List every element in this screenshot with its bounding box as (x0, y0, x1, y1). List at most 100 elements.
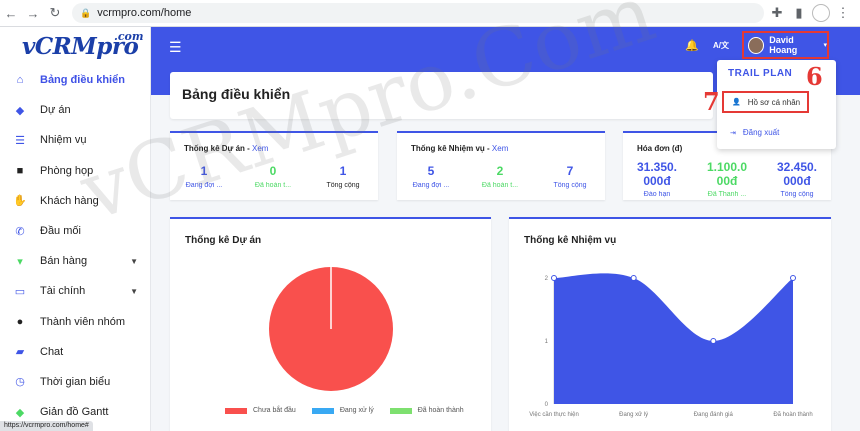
caret-down-icon: ▼ (130, 256, 138, 266)
forward-icon[interactable]: → (22, 2, 44, 24)
sidebar-item-label: Bán hàng (40, 255, 88, 268)
avatar (748, 36, 765, 54)
sidebar-item[interactable]: ▰ Chat (0, 337, 150, 367)
sidebar-item-label: Phòng họp (40, 164, 94, 177)
user-name: David Hoang (769, 35, 798, 55)
sidepanel-icon[interactable]: ▮ (790, 2, 808, 24)
stat-done: 0 Đã hoàn t... (254, 164, 292, 189)
sidebar-item[interactable]: ▾ Bán hàng ▼ (0, 246, 150, 276)
sidebar-item[interactable]: ☰ Nhiệm vụ (0, 125, 150, 155)
project-stats-title: Thống kê Dự án - Xem (184, 144, 269, 153)
area-chart: 0 1 2 Việc cần thực hiện Đang xử lý Đang đánh… (529, 273, 813, 418)
sidebar-item-label: Thành viên nhóm (40, 315, 125, 328)
sidebar-item[interactable]: ⌂ Bảng điều khiển (0, 65, 150, 95)
language-icon[interactable]: A/文 (713, 40, 729, 51)
x-tick-label: Đã hoàn thành (773, 412, 812, 418)
x-tick-label: Đang đánh giá (694, 412, 734, 418)
logout-label: Đăng xuất (742, 128, 780, 137)
caret-down-icon: ▼ (130, 286, 138, 296)
legend-swatch (311, 407, 334, 414)
sidebar-item[interactable]: ■ Phòng họp (0, 156, 150, 186)
legend-item[interactable]: Đã hoàn thành (389, 407, 464, 414)
chevron-down-icon: ▾ (823, 42, 827, 49)
page-header: Bảng điều khiển (170, 72, 713, 119)
sidebar-item-label: Chat (40, 345, 64, 358)
project-stats-link[interactable]: Xem (252, 144, 268, 153)
task-stats-card: Thống kê Nhiệm vụ - Xem 5 Đang đợi ... 2Đ… (397, 131, 605, 200)
page-title: Bảng điều khiển (182, 86, 291, 102)
sidebar-item-label: Bảng điều khiển (40, 74, 125, 87)
users-icon: ● (16, 315, 24, 328)
x-tick-label: Việc cần thực hiện (529, 412, 579, 418)
pie-legend: Chưa bắt đầu Đang xử lý Đã hoàn thành (225, 407, 480, 414)
area-series[interactable] (554, 273, 793, 404)
sidebar-item-label: Đầu mối (40, 225, 81, 238)
stat-done: 2 Đã hoàn t... (481, 164, 519, 189)
profile-icon[interactable] (812, 4, 830, 22)
menu-dots-icon[interactable]: ⋮ (834, 2, 852, 24)
legend-label: Chưa bắt đầu (253, 407, 296, 414)
y-tick-label: 2 (545, 276, 549, 282)
back-icon[interactable]: ← (0, 2, 22, 24)
sidebar-item[interactable]: ✆ Đầu mối (0, 216, 150, 246)
sidebar-item[interactable]: ◷ Thời gian biểu (0, 367, 150, 397)
video-icon: ■ (16, 164, 24, 177)
sidebar-item[interactable]: ✋ Khách hàng (0, 186, 150, 216)
logout-menu-item[interactable]: ⇥ Đăng xuất (730, 128, 779, 137)
sidebar-item[interactable]: ◆ Dự án (0, 95, 150, 125)
logout-icon: ⇥ (730, 129, 736, 137)
status-bar-url: https://vcrmpro.com/home# (0, 421, 93, 431)
project-chart-card: Thống kê Dự án Chưa bắt đầu Đang xử lý Đã … (170, 217, 491, 431)
stat-pending: 1 Đang đợi ... (185, 164, 223, 189)
phone-icon: ✆ (15, 225, 25, 238)
x-tick-label: Đang xử lý (619, 411, 648, 418)
chat-icon: ▰ (15, 346, 25, 359)
user-menu-button[interactable]: David Hoang ▾ (742, 31, 829, 59)
legend-label: Đang xử lý (339, 407, 374, 414)
data-point[interactable] (630, 275, 637, 281)
profile-label: Hồ sơ cá nhân (747, 97, 801, 107)
card-icon: ▭ (14, 285, 26, 298)
clock-icon: ◷ (15, 376, 25, 389)
address-text: vcrmpro.com/home (97, 7, 192, 19)
home-icon: ⌂ (16, 74, 24, 87)
lock-icon: 🔒 (80, 7, 92, 18)
layers-icon: ◆ (15, 406, 25, 419)
data-point[interactable] (710, 338, 717, 344)
list-icon: ☰ (15, 134, 25, 147)
bell-icon[interactable]: 🔔 (685, 39, 699, 52)
data-point[interactable] (790, 275, 796, 281)
plan-label: TRAIL PLAN (728, 68, 793, 79)
sidebar-item-label: Thời gian biểu (40, 375, 111, 388)
sidebar-item-label: Giản đồ Gantt (40, 406, 109, 419)
sidebar-item[interactable]: ▭ Tài chính ▼ (0, 276, 150, 306)
annotation-six: 6 (806, 62, 823, 91)
stat-paid: 1.100.0 00đ Đã Thanh ... (706, 160, 748, 198)
logo-com: .com (114, 30, 144, 43)
sidebar-item-label: Dự án (40, 104, 71, 117)
legend-item[interactable]: Đang xử lý (311, 407, 374, 414)
reload-icon[interactable]: ↻ (44, 2, 66, 24)
y-tick-label: 1 (545, 339, 549, 345)
sidebar-item[interactable]: ● Thành viên nhóm (0, 307, 150, 337)
legend-item[interactable]: Chưa bắt đầu (225, 407, 296, 414)
task-stats-link[interactable]: Xem (492, 144, 508, 153)
browser-toolbar: ← → ↻ 🔒 vcrmpro.com/home ✚ ▮ ⋮ (0, 0, 860, 27)
hamburger-icon[interactable]: ☰ (169, 39, 182, 56)
task-stats-title: Thống kê Nhiệm vụ - Xem (411, 144, 509, 153)
layers-icon: ◆ (15, 104, 25, 117)
sidebar-item-label: Tài chính (40, 285, 86, 298)
y-tick-label: 0 (545, 402, 549, 408)
user-icon: 👤 (732, 99, 741, 106)
puzzle-icon[interactable]: ✚ (768, 2, 786, 24)
legend-swatch (389, 407, 412, 414)
data-point[interactable] (551, 275, 557, 281)
legend-swatch (225, 407, 247, 414)
pie-chart (269, 267, 393, 391)
handshake-icon: ✋ (13, 195, 27, 208)
logo[interactable]: vCRMpro .com (0, 27, 150, 65)
sidebar-item-label: Khách hàng (40, 194, 99, 207)
sidebar: vCRMpro .com ⌂ Bảng điều khiển ◆ Dự án ☰ Nhiệ… (0, 27, 151, 431)
profile-menu-item[interactable]: 👤 Hồ sơ cá nhân (722, 91, 809, 113)
address-bar[interactable]: 🔒 vcrmpro.com/home (72, 3, 764, 23)
